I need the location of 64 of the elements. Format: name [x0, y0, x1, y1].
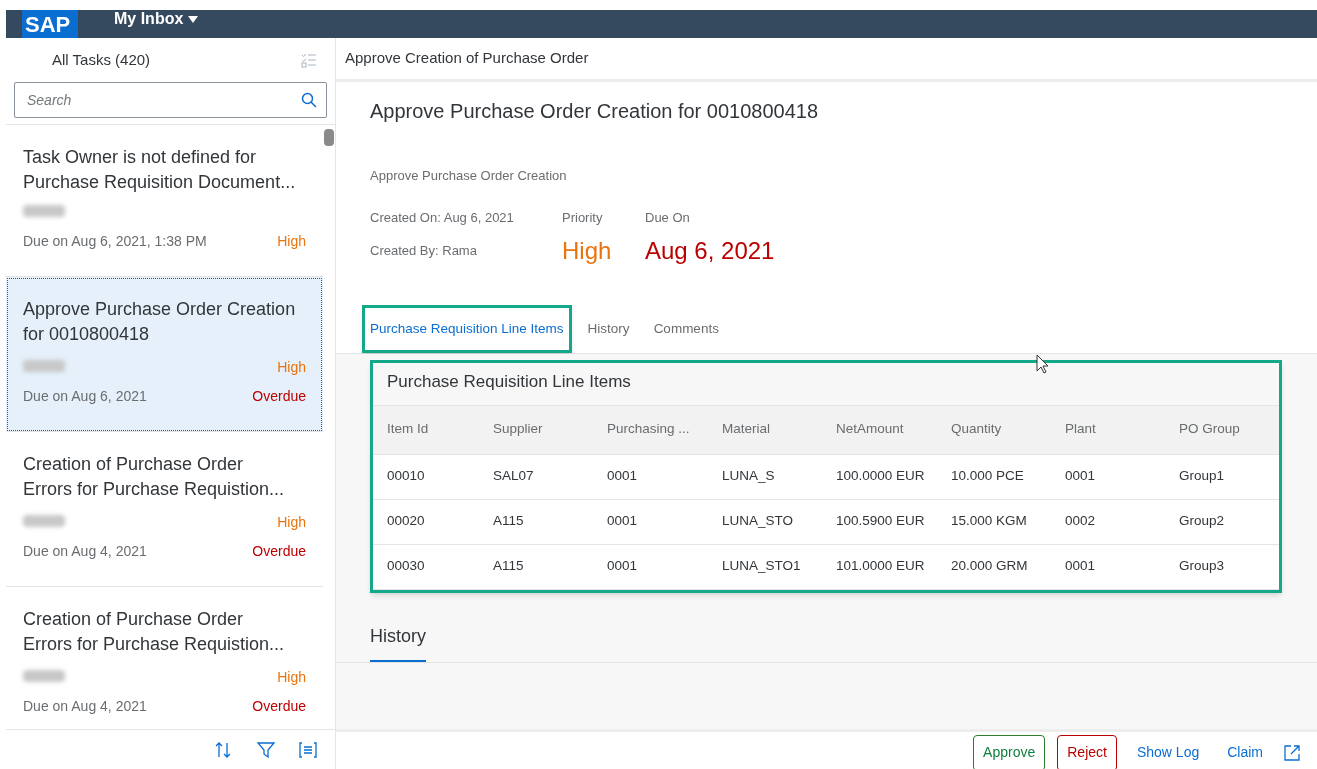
due-value: Aug 6, 2021	[645, 236, 775, 266]
column-header: Material	[722, 420, 771, 439]
tab[interactable]: History	[579, 305, 638, 353]
table-cell-text: 100.5900 EUR	[836, 512, 926, 531]
logo: SAP	[22, 10, 78, 38]
table-cell-text: Group1	[1179, 467, 1226, 486]
task-list-title: All Tasks (420)	[52, 49, 151, 70]
priority-value: High	[562, 236, 613, 266]
created-by: Created By: Rama	[370, 242, 478, 260]
table-cell-text: SAL07	[493, 467, 535, 486]
task-subtitle: Approve Purchase Order Creation	[370, 167, 568, 185]
table-cell-text: 0001	[607, 467, 639, 486]
table-cell-text: LUNA_STO1	[722, 557, 802, 576]
table-cell-text: 00010	[387, 467, 426, 486]
task-list-item[interactable]: Approve Purchase Order Creation for 0010800418 Due on Aug 6, 2021 High Overdue	[6, 277, 323, 432]
due-label: Due On	[645, 208, 691, 227]
column-header: Plant	[1065, 420, 1097, 439]
tab[interactable]: Comments	[645, 305, 727, 353]
table-cell-text: LUNA_S	[722, 467, 776, 486]
caret-icon	[188, 15, 199, 23]
detail-header: Approve Creation of Purchase Order	[345, 48, 589, 69]
action-button[interactable]: Reject	[1057, 734, 1117, 769]
column-header: Purchasing ...	[607, 420, 691, 439]
history-section-title: History	[370, 622, 426, 662]
share-icon[interactable]	[1283, 743, 1301, 762]
created-on: Created On: Aug 6, 2021	[370, 208, 515, 227]
table-cell-text: LUNA_STO	[722, 512, 795, 531]
priority-label: Priority	[562, 208, 604, 227]
column-header: Item Id	[387, 420, 430, 439]
task-title: Approve Purchase Order Creation for 0010800418	[370, 99, 820, 124]
table-cell-text: A115	[493, 557, 525, 576]
table-cell-text: 0001	[1065, 467, 1097, 486]
column-header: NetAmount	[836, 420, 905, 439]
table-cell-text: 101.0000 EUR	[836, 557, 926, 576]
table-cell-text: 10.000 PCE	[951, 467, 1025, 486]
column-header: PO Group	[1179, 420, 1241, 439]
column-header: Supplier	[493, 420, 544, 439]
table-cell-text: 0001	[607, 557, 639, 576]
table-cell-text: Group2	[1179, 512, 1226, 531]
table-cell-text: 0002	[1065, 512, 1097, 531]
table-cell-text: 100.0000 EUR	[836, 467, 926, 486]
blurred-name	[23, 205, 65, 217]
action-button[interactable]: Claim	[1219, 734, 1271, 769]
table-cell-text: 15.000 KGM	[951, 512, 1028, 531]
table-title: Purchase Requisition Line Items	[373, 363, 1279, 405]
blurred-name	[23, 670, 65, 682]
column-header: Quantity	[951, 420, 1003, 439]
blurred-name	[23, 360, 65, 372]
table-cell-text: 00030	[387, 557, 426, 576]
action-button[interactable]: Show Log	[1128, 734, 1208, 769]
app-title-menu[interactable]: My Inbox	[114, 10, 199, 28]
table-cell-text: 00020	[387, 512, 426, 531]
filter-icon[interactable]	[257, 740, 275, 759]
blurred-name	[23, 515, 65, 527]
search-icon[interactable]	[301, 92, 317, 108]
tab[interactable]: Purchase Requisition Line Items	[362, 305, 572, 353]
action-button[interactable]: Approve	[973, 734, 1046, 769]
table-cell-text: A115	[493, 512, 525, 531]
search-field[interactable]: Search	[14, 82, 327, 118]
table-cell-text: Group3	[1179, 557, 1226, 576]
table-cell-text: 20.000 GRM	[951, 557, 1029, 576]
table-cell-text: 0001	[1065, 557, 1097, 576]
group-icon[interactable]	[299, 741, 317, 758]
table-cell-text: 0001	[607, 512, 639, 531]
